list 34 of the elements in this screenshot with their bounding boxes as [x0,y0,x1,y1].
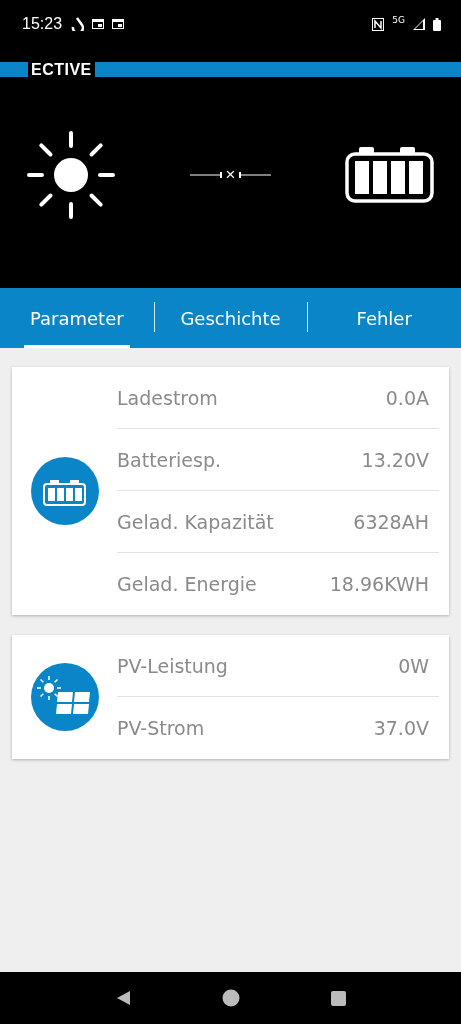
sun-icon [26,129,116,220]
parameter-value: 37.0V [373,716,429,739]
tab[interactable]: Parameter [24,288,130,348]
parameter-label: Gelad. Kapazität [117,510,274,533]
notification-icon [92,19,105,29]
header-stripe [0,62,28,77]
parameter-value: 0W [398,654,429,677]
tab[interactable]: Geschichte [174,288,287,348]
recents-button[interactable] [330,990,346,1006]
battery-icon [30,457,99,525]
signal-icon [413,18,425,30]
battery-icon [345,144,435,205]
parameter-label: Batteriesp. [117,448,222,471]
battery-status-icon [433,17,441,31]
parameter-label: Gelad. Energie [117,572,257,595]
parameter-label: Ladestrom [117,386,218,409]
parameter-value: 6328AH [353,510,429,533]
parameter-value: 13.20V [361,448,429,471]
network-type: 5G [392,15,405,25]
connector-line-icon [189,171,222,178]
back-button[interactable] [115,990,132,1006]
notification-icon [112,19,125,29]
connector-line-icon [239,171,272,178]
parameter-value: 0.0A [385,386,429,409]
parameter-label: PV-Leistung [117,654,228,677]
solar-panel-icon [30,663,99,731]
disconnected-symbol: × [225,164,236,185]
parameter-value: 18.96KWH [329,572,429,595]
nfc-icon [372,17,385,31]
tab[interactable]: Fehler [350,288,418,348]
home-button[interactable] [222,989,240,1007]
app-notification-icon [70,17,85,31]
parameter-label: PV-Strom [117,716,205,739]
status-time: 15:23 [22,15,63,33]
